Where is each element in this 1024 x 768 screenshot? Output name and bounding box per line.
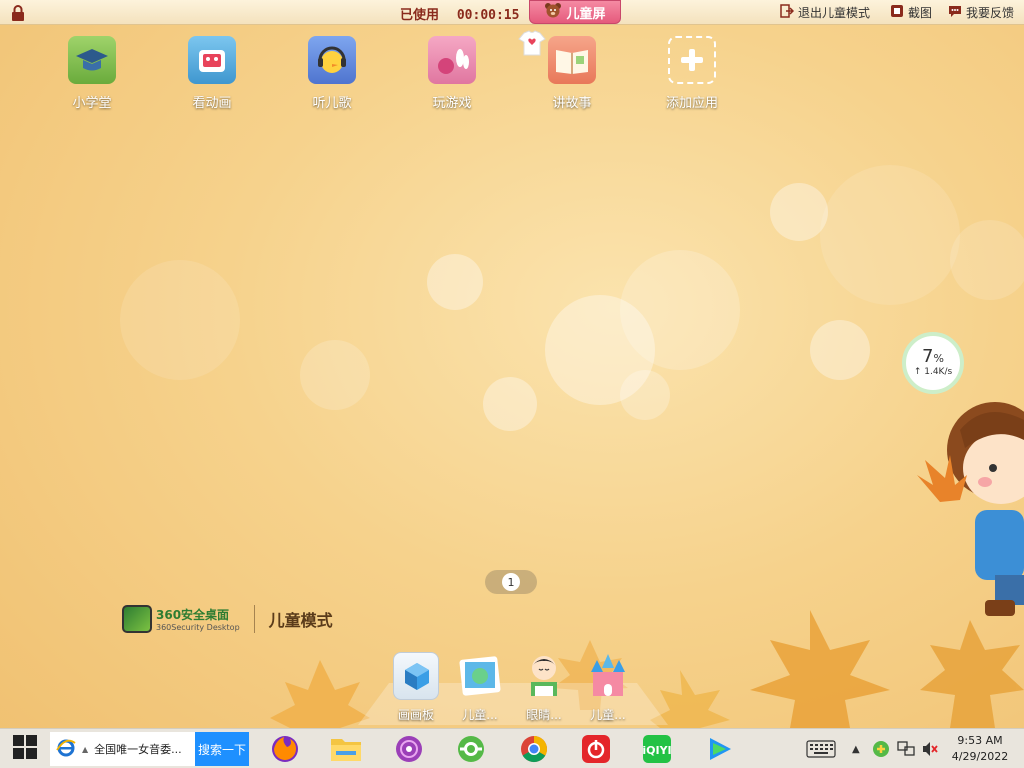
- network-icon[interactable]: [897, 729, 915, 768]
- iqiyi-icon[interactable]: iQIYI: [641, 733, 673, 765]
- svg-text:iQIYI: iQIYI: [642, 744, 671, 757]
- lock-icon[interactable]: [6, 3, 30, 22]
- brand-divider: [253, 605, 255, 633]
- current-page: 1: [502, 573, 520, 591]
- cartoon-boy-illustration: [917, 402, 1024, 616]
- brand-subtitle: 360Security Desktop: [156, 623, 240, 632]
- picture-frame-icon: [457, 652, 503, 700]
- brand-name: 360安全桌面: [156, 608, 230, 622]
- 360-security-tray-icon[interactable]: [872, 729, 890, 768]
- search-query-text: 全国唯一女音委...: [94, 743, 182, 756]
- network-usage-percent: 7%: [922, 346, 944, 367]
- chrome-icon[interactable]: [518, 733, 550, 765]
- page-indicator[interactable]: 1: [485, 570, 537, 594]
- app-label: 听儿歌: [312, 96, 352, 111]
- graduation-cap-icon: [68, 36, 116, 84]
- music-player-icon[interactable]: [393, 733, 425, 765]
- dock-item-kids-photos[interactable]: 儿童...: [452, 652, 508, 723]
- tencent-video-icon[interactable]: [703, 733, 735, 765]
- exit-icon: [780, 4, 795, 21]
- usage-timer: 已使用 00:00:15: [400, 4, 519, 23]
- exit-kid-mode-button[interactable]: 退出儿童模式: [780, 4, 870, 21]
- screenshot-label: 截图: [908, 6, 933, 20]
- storybook-icon: [548, 36, 596, 84]
- cube-icon: [393, 652, 439, 700]
- brand-block: 360安全桌面 360Security Desktop 儿童模式: [122, 605, 333, 633]
- feedback-button[interactable]: 我要反馈: [948, 4, 1014, 21]
- dock-item-label: 儿童...: [462, 708, 498, 722]
- feedback-label: 我要反馈: [966, 6, 1015, 20]
- usage-timer-value: 00:00:15: [456, 8, 520, 23]
- file-explorer-icon[interactable]: [330, 733, 362, 765]
- plus-icon: [668, 36, 716, 84]
- system-clock[interactable]: 9:53 AM 4/29/2022: [950, 733, 1010, 765]
- app-games[interactable]: 玩游戏: [412, 36, 492, 111]
- clock-date: 4/29/2022: [951, 750, 1009, 763]
- show-hidden-icons-chevron-icon[interactable]: ▲: [852, 729, 860, 768]
- app-add[interactable]: 添加应用: [652, 36, 732, 111]
- app-nursery-rhymes[interactable]: 听儿歌: [292, 36, 372, 111]
- usage-timer-label: 已使用: [400, 8, 440, 23]
- castle-icon: [585, 652, 631, 700]
- child-reading-icon: [521, 652, 567, 700]
- ie-logo-icon: [56, 738, 76, 761]
- duck-headphones-icon: [308, 36, 356, 84]
- dock-item-label: 画画板: [397, 708, 434, 722]
- exit-kid-mode-label: 退出儿童模式: [798, 6, 871, 20]
- shirt-icon: [518, 30, 546, 56]
- clock-time: 9:53 AM: [957, 734, 1003, 747]
- app-label: 添加应用: [665, 96, 718, 111]
- app-label: 讲故事: [552, 96, 592, 111]
- bowling-icon: [428, 36, 476, 84]
- network-upload-speed: ↑ 1.4K/s: [913, 367, 953, 377]
- volume-muted-icon[interactable]: [921, 729, 939, 768]
- firefox-icon[interactable]: [269, 733, 301, 765]
- bear-icon: [544, 2, 562, 22]
- app-label: 看动画: [192, 96, 232, 111]
- tv-icon: [188, 36, 236, 84]
- kid-screen-button[interactable]: 儿童屏: [529, 0, 621, 24]
- netease-music-icon[interactable]: [580, 733, 612, 765]
- taskbar-search-box[interactable]: ▲ 全国唯一女音委...: [50, 732, 195, 766]
- kid-screen-label: 儿童屏: [566, 6, 606, 22]
- dock-item-kids-castle[interactable]: 儿童...: [580, 652, 636, 723]
- dropdown-arrow-icon: ▲: [82, 744, 89, 754]
- dock-item-label: 眼睛...: [526, 708, 562, 722]
- app-label: 小学堂: [72, 96, 112, 111]
- search-button[interactable]: 搜索一下: [195, 732, 249, 766]
- network-speed-widget[interactable]: 7% ↑ 1.4K/s: [902, 332, 964, 394]
- start-button[interactable]: [0, 729, 50, 768]
- windows-logo-icon: [12, 734, 38, 764]
- keyboard-icon[interactable]: [806, 729, 836, 768]
- screenshot-button[interactable]: 截图: [890, 4, 932, 21]
- chat-icon: [948, 4, 962, 21]
- scissors-icon: [890, 4, 904, 21]
- app-cartoons[interactable]: 看动画: [172, 36, 252, 111]
- top-bar: 已使用 00:00:15 儿童屏 退出儿童模式 截图 我要反馈: [0, 0, 1024, 25]
- dock-item-label: 儿童...: [590, 708, 626, 722]
- 360-desktop-logo: [122, 605, 152, 633]
- dock-item-eye-care[interactable]: 眼睛...: [516, 652, 572, 723]
- taskbar: ▲ 全国唯一女音委... 搜索一下 iQIYI ▲ 9:53 AM 4/29/2…: [0, 728, 1024, 768]
- dock-item-drawing-board[interactable]: 画画板: [388, 652, 444, 723]
- kid-mode-title: 儿童模式: [268, 611, 333, 630]
- app-label: 玩游戏: [432, 96, 472, 111]
- 360-browser-icon[interactable]: [455, 733, 487, 765]
- app-elementary-school[interactable]: 小学堂: [52, 36, 132, 111]
